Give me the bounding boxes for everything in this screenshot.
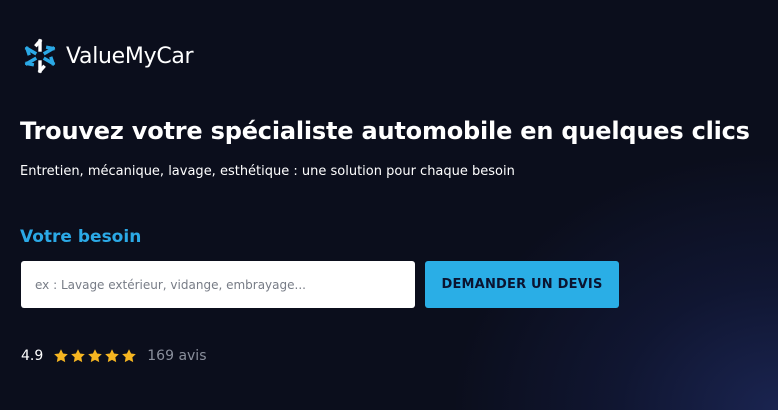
star-icon bbox=[71, 349, 86, 363]
review-count[interactable]: 169 avis bbox=[147, 348, 206, 364]
request-quote-button[interactable]: DEMANDER UN DEVIS bbox=[425, 261, 619, 308]
page-subtitle: Entretien, mécanique, lavage, esthétique… bbox=[20, 164, 515, 179]
rating-stars bbox=[53, 348, 137, 364]
brand-logo[interactable]: ValueMyCar bbox=[22, 38, 194, 74]
search-input[interactable] bbox=[21, 261, 415, 308]
star-icon bbox=[122, 349, 137, 363]
rating-summary: 4.9 169 avis bbox=[21, 348, 207, 364]
star-icon bbox=[105, 349, 120, 363]
snowflake-logo-icon bbox=[24, 38, 56, 74]
page-title: Trouvez votre spécialiste automobile en … bbox=[20, 117, 750, 145]
brand-name: ValueMyCar bbox=[66, 43, 194, 69]
star-icon bbox=[54, 349, 69, 363]
search-label: Votre besoin bbox=[20, 227, 142, 247]
rating-score: 4.9 bbox=[21, 348, 44, 364]
star-icon bbox=[88, 349, 103, 363]
